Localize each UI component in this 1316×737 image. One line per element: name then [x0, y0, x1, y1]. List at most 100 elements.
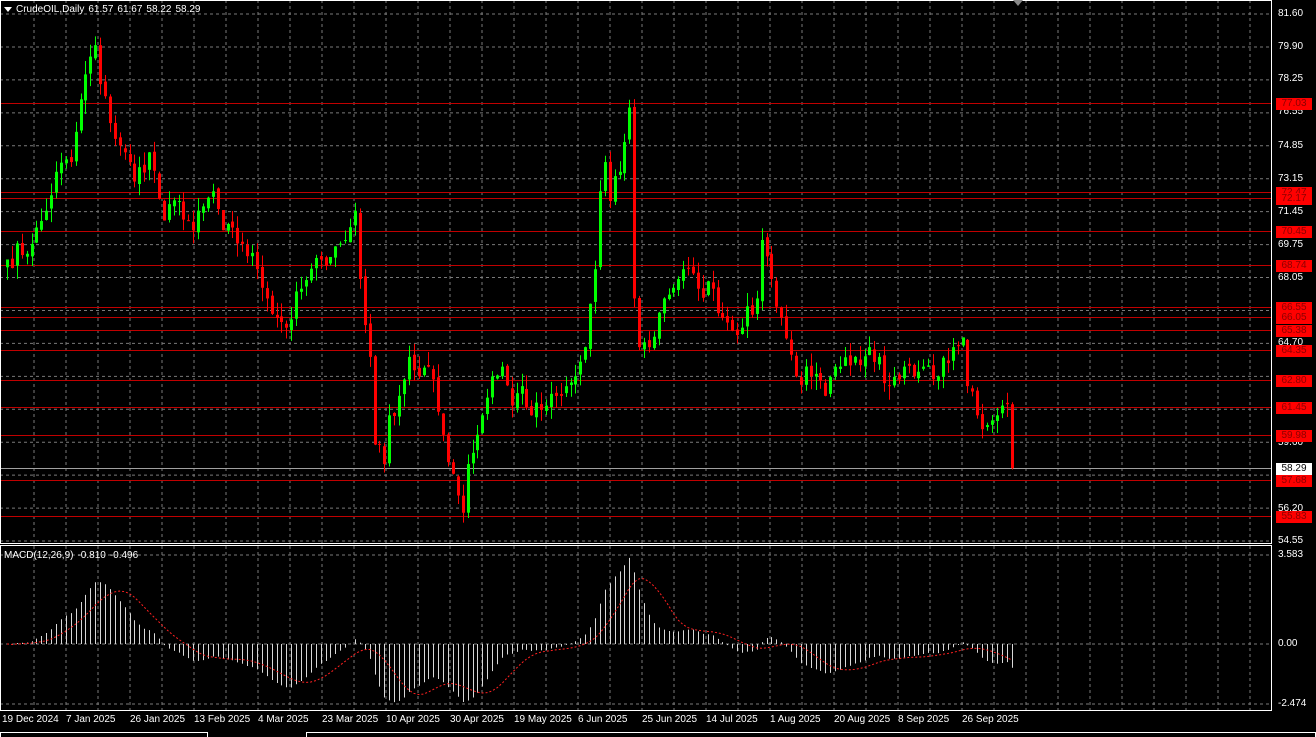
candle: [589, 303, 592, 357]
date-axis-label: 10 Apr 2025: [386, 714, 440, 725]
candle-body: [942, 357, 945, 377]
candle-body: [775, 280, 778, 307]
candle-body: [986, 425, 989, 428]
date-axis-label: 8 Sep 2025: [898, 714, 950, 725]
candle: [947, 348, 950, 373]
candles: [6, 36, 1014, 523]
candle-body: [285, 323, 288, 328]
candle-body: [305, 280, 308, 287]
candle-body: [1001, 405, 1004, 414]
candle-body: [873, 349, 876, 362]
candle: [1011, 402, 1014, 470]
candle-body: [736, 329, 739, 336]
candle: [447, 432, 450, 467]
collapse-triangle-icon[interactable]: [4, 6, 12, 12]
candle-body: [952, 347, 955, 361]
candle: [756, 290, 759, 320]
date-axis-label: 19 Dec 2024: [2, 714, 59, 725]
date-axis-label: 20 Aug 2025: [834, 714, 891, 725]
candle: [16, 240, 19, 279]
candle-body: [437, 377, 440, 412]
candle-body: [516, 393, 519, 409]
candle: [374, 354, 377, 446]
candle: [256, 243, 259, 280]
candle-body: [937, 376, 940, 381]
candle: [197, 197, 200, 240]
candle-body: [427, 365, 430, 367]
candle-body: [310, 268, 313, 281]
chart-tab[interactable]: [0, 732, 208, 737]
date-axis-label: 1 Aug 2025: [770, 714, 821, 725]
candle: [628, 99, 631, 144]
candle-body: [707, 281, 710, 295]
candle-body: [854, 356, 857, 363]
candle-body: [947, 360, 950, 364]
candle-body: [663, 298, 666, 314]
macd-pane-border: [0, 545, 1272, 711]
candle-body: [99, 45, 102, 85]
candle: [261, 255, 264, 302]
candle: [192, 210, 195, 244]
candle: [922, 359, 925, 371]
candle: [751, 297, 754, 318]
candle: [692, 257, 695, 276]
candle: [187, 214, 190, 222]
chart-tab[interactable]: [306, 732, 1316, 737]
candle-body: [182, 201, 185, 220]
candle: [349, 218, 352, 243]
candle: [163, 199, 166, 221]
candle-body: [192, 221, 195, 231]
candle: [442, 413, 445, 442]
candle-body: [462, 495, 465, 513]
candle: [173, 197, 176, 216]
candle-body: [320, 256, 323, 260]
candle-body: [991, 420, 994, 425]
candle: [133, 154, 136, 188]
level-price-label: 62.80: [1276, 374, 1312, 387]
candle: [432, 365, 435, 393]
candle-body: [31, 243, 34, 257]
candle: [633, 99, 636, 308]
candle: [393, 412, 396, 426]
candle-body: [717, 287, 720, 314]
candle-body: [731, 319, 734, 331]
candle-body: [75, 131, 78, 162]
candle-body: [153, 151, 156, 171]
macd-main-value: -0.810: [77, 550, 106, 561]
candle: [143, 152, 146, 182]
candle-body: [403, 379, 406, 395]
candle: [295, 281, 298, 326]
candle-body: [457, 476, 460, 496]
candle-body: [815, 373, 818, 377]
candle-body: [178, 201, 181, 203]
date-axis-label: 14 Jul 2025: [706, 714, 758, 725]
candle-body: [530, 406, 533, 416]
candle-body: [236, 227, 239, 244]
candle: [731, 315, 734, 332]
candle: [721, 302, 724, 321]
chart-canvas[interactable]: [0, 0, 1316, 736]
candle: [991, 414, 994, 433]
candle: [276, 302, 279, 328]
candle: [668, 288, 671, 301]
candle-body: [746, 306, 749, 327]
candle: [530, 400, 533, 416]
candle: [84, 60, 87, 114]
candle-body: [658, 312, 661, 339]
candle-body: [187, 220, 190, 222]
candle: [736, 322, 739, 344]
candle: [114, 115, 117, 146]
candle-body: [844, 357, 847, 366]
candle: [6, 259, 9, 280]
candle: [413, 343, 416, 381]
candle: [11, 246, 14, 269]
candle-body: [11, 258, 14, 269]
candle-body: [795, 355, 798, 377]
candle: [795, 351, 798, 378]
candle: [584, 346, 587, 363]
candle-body: [648, 340, 651, 348]
grid: [0, 0, 1272, 711]
chart-shift-marker[interactable]: [1013, 0, 1023, 6]
candle-body: [903, 366, 906, 379]
candle: [207, 196, 210, 213]
